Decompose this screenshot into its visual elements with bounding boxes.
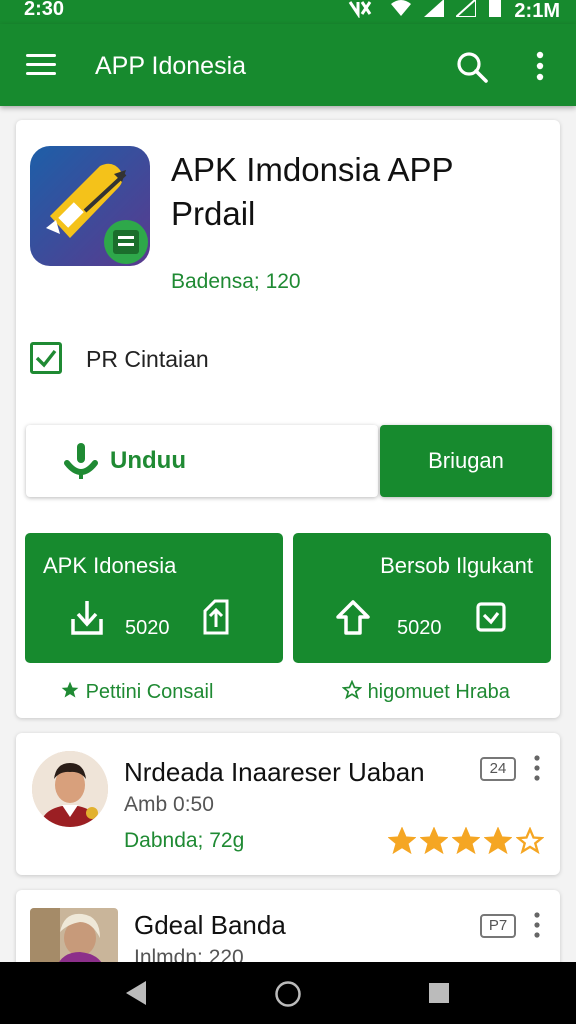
star-filled-icon xyxy=(484,827,512,855)
stat-card-title: Bersob Ilgukant xyxy=(380,553,533,578)
review-name: Nrdeada Inaareser Uaban xyxy=(124,757,425,787)
app-detail-card: APK Imdonsia APP Prdail Badensa; 120 PR … xyxy=(16,120,560,718)
review-sub: Dabnda; 72g xyxy=(124,829,245,852)
signal-2-icon xyxy=(453,0,478,23)
notification-icon xyxy=(348,0,378,24)
footnote-right-text: higomuet Hraba xyxy=(367,681,510,703)
stat-card-title: APK Idonesia xyxy=(43,553,177,578)
back-icon[interactable] xyxy=(124,979,148,1007)
stat-card-ilgukant[interactable]: Bersob Ilgukant 5020 xyxy=(293,533,551,663)
more-vert-icon[interactable] xyxy=(528,50,552,82)
status-clock-right: 2:1M xyxy=(514,0,560,22)
inbox-check-icon xyxy=(476,602,506,632)
checkbox-label: PR Cintaian xyxy=(86,346,209,372)
stat-card-apk[interactable]: APK Idonesia 5020 xyxy=(25,533,283,663)
status-bar: 2:30 2:1M xyxy=(0,0,576,24)
star-empty-icon xyxy=(516,827,544,855)
star-outline-icon xyxy=(341,679,363,700)
footnote-left-text: Pettini Consail xyxy=(85,681,214,703)
stat-card-value: 5020 xyxy=(125,617,170,639)
star-filled-icon xyxy=(388,827,416,855)
app-title: APK Imdonsia APP Prdail xyxy=(171,148,453,236)
review-time: Amb 0:50 xyxy=(124,793,214,816)
navigation-bar xyxy=(0,962,576,1024)
consent-checkbox[interactable] xyxy=(30,342,62,374)
app-title-line1: APK Imdonsia APP xyxy=(171,151,454,188)
secondary-button-label: Briugan xyxy=(428,448,504,473)
review-card[interactable]: Gdeal Banda Inlmdn: 220 P7 xyxy=(16,890,560,970)
review-more-icon[interactable] xyxy=(530,912,544,938)
app-bar-title: APP Idonesia xyxy=(95,52,247,80)
status-time: 2:30 xyxy=(24,0,65,20)
app-bar: APP Idonesia xyxy=(0,24,576,106)
recents-icon[interactable] xyxy=(428,982,450,1004)
wifi-icon xyxy=(390,0,412,23)
signal-icon xyxy=(424,0,445,23)
rating-stars xyxy=(388,827,544,855)
check-icon xyxy=(35,349,57,368)
avatar xyxy=(30,908,118,968)
secondary-button[interactable]: Briugan xyxy=(380,425,552,497)
download-button-label: Unduu xyxy=(110,447,186,474)
download-button[interactable]: Unduu xyxy=(26,425,378,497)
avatar xyxy=(32,751,108,827)
app-subtitle: Badensa; 120 xyxy=(171,270,301,293)
search-icon[interactable] xyxy=(456,51,488,83)
review-card[interactable]: Nrdeada Inaareser Uaban Amb 0:50 Dabnda;… xyxy=(16,733,560,875)
battery-icon xyxy=(488,0,502,24)
review-badge: P7 xyxy=(480,914,516,938)
review-more-icon[interactable] xyxy=(530,755,544,781)
menu-icon[interactable] xyxy=(26,54,56,76)
app-title-line2: Prdail xyxy=(171,195,256,232)
star-icon xyxy=(61,681,79,698)
review-badge: 24 xyxy=(480,757,516,781)
footnote-left: Pettini Consail xyxy=(60,680,213,704)
home-arrow-icon xyxy=(336,600,370,635)
footnote-right: higomuet Hraba xyxy=(341,679,510,704)
stat-card-value: 5020 xyxy=(397,617,442,639)
review-name: Gdeal Banda xyxy=(134,910,286,940)
download-icon xyxy=(64,443,98,479)
download-tray-icon xyxy=(71,601,103,635)
app-icon xyxy=(30,146,150,266)
star-filled-icon xyxy=(452,827,480,855)
home-icon[interactable] xyxy=(274,980,302,1008)
star-filled-icon xyxy=(420,827,448,855)
upload-file-icon xyxy=(203,599,229,635)
